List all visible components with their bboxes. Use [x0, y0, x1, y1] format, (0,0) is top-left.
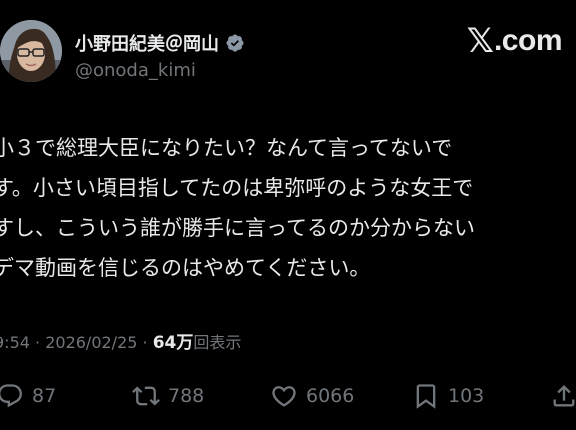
reply-button[interactable]: 87 [0, 376, 56, 416]
x-logo-icon: 𝕏 [466, 21, 494, 61]
repost-count: 788 [168, 385, 205, 407]
tweet-date[interactable]: 2026/02/25 [45, 333, 137, 352]
tweet-body: 小３で総理大臣になりたい？なんて言ってないで す。小さい頃目指してたのは卑弥呼の… [0, 128, 576, 288]
bookmark-icon [416, 384, 436, 409]
brand-logo: 𝕏 .com [466, 21, 563, 61]
avatar-image [0, 20, 62, 82]
meta-separator: · [137, 333, 153, 352]
tweet-line: デマ動画を信じるのはやめてください。 [0, 256, 371, 280]
reply-count: 87 [32, 385, 57, 407]
view-count: 64万 [152, 333, 194, 353]
like-button[interactable]: 6066 [270, 376, 354, 416]
tweet-time[interactable]: 9:54 [0, 333, 30, 352]
author-handle[interactable]: @onoda_kimi [75, 60, 196, 81]
tweet-line: すし、こういう誰が勝手に言ってるのか分からない [0, 216, 475, 240]
share-icon [553, 385, 575, 407]
verified-badge-icon [226, 34, 244, 52]
tweet-line: 小３で総理大臣になりたい？なんて言ってないで [0, 136, 453, 160]
view-count-label: 回表示 [193, 333, 242, 352]
repost-icon [132, 386, 160, 406]
share-button[interactable] [550, 376, 576, 416]
bookmark-button[interactable]: 103 [412, 376, 484, 416]
bookmark-count: 103 [448, 385, 485, 407]
repost-button[interactable]: 788 [132, 376, 204, 416]
action-bar: 87 788 6066 103 [0, 376, 576, 416]
brand-domain-text: .com [493, 24, 563, 57]
tweet-meta: 9:54 · 2026/02/25 · 64万回表示 [0, 328, 241, 353]
author-name-row[interactable]: 小野田紀美＠岡山 [75, 30, 245, 56]
heart-icon [272, 386, 296, 407]
tweet-line: す。小さい頃目指してたのは卑弥呼のような女王で [0, 176, 474, 200]
reply-icon [0, 384, 22, 408]
avatar[interactable] [0, 20, 62, 82]
meta-separator: · [29, 333, 46, 352]
like-count: 6066 [306, 385, 355, 407]
author-display-name[interactable]: 小野田紀美＠岡山 [75, 30, 219, 56]
